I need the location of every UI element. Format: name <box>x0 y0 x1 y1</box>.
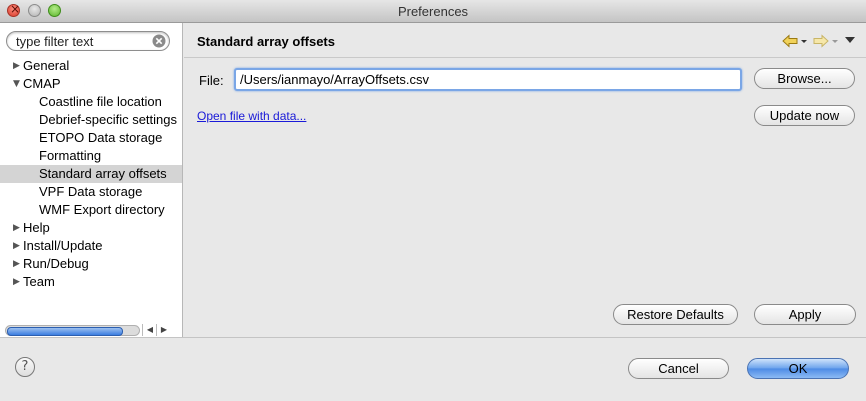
tree-item[interactable]: ▶ Team <box>0 273 182 291</box>
expand-triangle-icon[interactable]: ▶ <box>13 237 22 255</box>
scroll-left-icon[interactable]: ◀ <box>142 324 157 336</box>
forward-arrow-icon[interactable] <box>813 34 839 48</box>
horizontal-scrollbar[interactable]: ◀ ▶ <box>5 323 171 337</box>
tree-item[interactable]: ▶ Help <box>0 219 182 237</box>
clear-filter-icon[interactable] <box>152 34 166 48</box>
scroll-right-icon[interactable]: ▶ <box>156 324 171 336</box>
tree-item-label: ETOPO Data storage <box>39 130 163 145</box>
tree-item-label: CMAP <box>23 76 61 91</box>
dialog-button-bar: ? Cancel OK <box>0 337 866 401</box>
preference-tree: ▶ General ▼ CMAP Coastline file location Debr… <box>0 57 182 291</box>
file-path-input[interactable] <box>234 68 742 91</box>
file-label: File: <box>199 73 224 88</box>
tree-item[interactable]: Debrief-specific settings <box>0 111 182 129</box>
expand-triangle-icon[interactable]: ▶ <box>13 255 22 273</box>
tree-item-label: Formatting <box>39 148 102 163</box>
preference-page: Standard array offsets File: Browse... O… <box>184 23 866 337</box>
tree-item-label: Install/Update <box>23 238 103 253</box>
tree-item-label: Team <box>23 274 55 289</box>
tree-item[interactable]: ETOPO Data storage <box>0 129 182 147</box>
collapse-triangle-icon[interactable]: ▼ <box>13 75 22 93</box>
open-file-link[interactable]: Open file with data... <box>197 109 306 123</box>
tree-item-label: Standard array offsets <box>39 166 167 181</box>
page-title: Standard array offsets <box>197 34 335 49</box>
expand-triangle-icon[interactable]: ▶ <box>13 219 22 237</box>
tree-item[interactable]: ▶ Run/Debug <box>0 255 182 273</box>
restore-defaults-button[interactable]: Restore Defaults <box>613 304 738 325</box>
tree-item-label: Run/Debug <box>23 256 89 271</box>
expand-triangle-icon[interactable]: ▶ <box>13 57 22 75</box>
tree-item-label: General <box>23 58 70 73</box>
view-menu-icon[interactable] <box>845 37 855 44</box>
tree-item-label: Coastline file location <box>39 94 162 109</box>
help-button[interactable]: ? <box>15 357 35 377</box>
tree-item[interactable]: Formatting <box>0 147 182 165</box>
tree-item[interactable]: Standard array offsets <box>0 165 182 183</box>
tree-item[interactable]: Coastline file location <box>0 93 182 111</box>
tree-item[interactable]: VPF Data storage <box>0 183 182 201</box>
browse-button[interactable]: Browse... <box>754 68 855 89</box>
tree-item-label: Debrief-specific settings <box>39 112 177 127</box>
ok-button[interactable]: OK <box>747 358 849 379</box>
preference-tree-panel: ▶General▼CMAPCoastline file locationDebr… <box>0 23 183 337</box>
scrollbar-thumb[interactable] <box>7 327 123 336</box>
tree-item-label: WMF Export directory <box>39 202 165 217</box>
filter-input[interactable] <box>16 33 146 49</box>
filter-field[interactable] <box>6 31 170 51</box>
tree-item[interactable]: WMF Export directory <box>0 201 182 219</box>
page-header: Standard array offsets <box>184 23 866 58</box>
back-arrow-icon[interactable] <box>782 34 808 48</box>
tree-item[interactable]: ▼ CMAP <box>0 75 182 93</box>
tree-item[interactable]: ▶ Install/Update <box>0 237 182 255</box>
cancel-button[interactable]: Cancel <box>628 358 729 379</box>
update-now-button[interactable]: Update now <box>754 105 855 126</box>
scrollbar-track[interactable] <box>5 325 140 336</box>
expand-triangle-icon[interactable]: ▶ <box>13 273 22 291</box>
tree-item-label: Help <box>23 220 50 235</box>
tree-item[interactable]: ▶ General <box>0 57 182 75</box>
window-title: Preferences <box>397 4 469 19</box>
title-bar: Preferences <box>0 0 866 23</box>
tree-item-label: VPF Data storage <box>39 184 143 199</box>
apply-button[interactable]: Apply <box>754 304 856 325</box>
